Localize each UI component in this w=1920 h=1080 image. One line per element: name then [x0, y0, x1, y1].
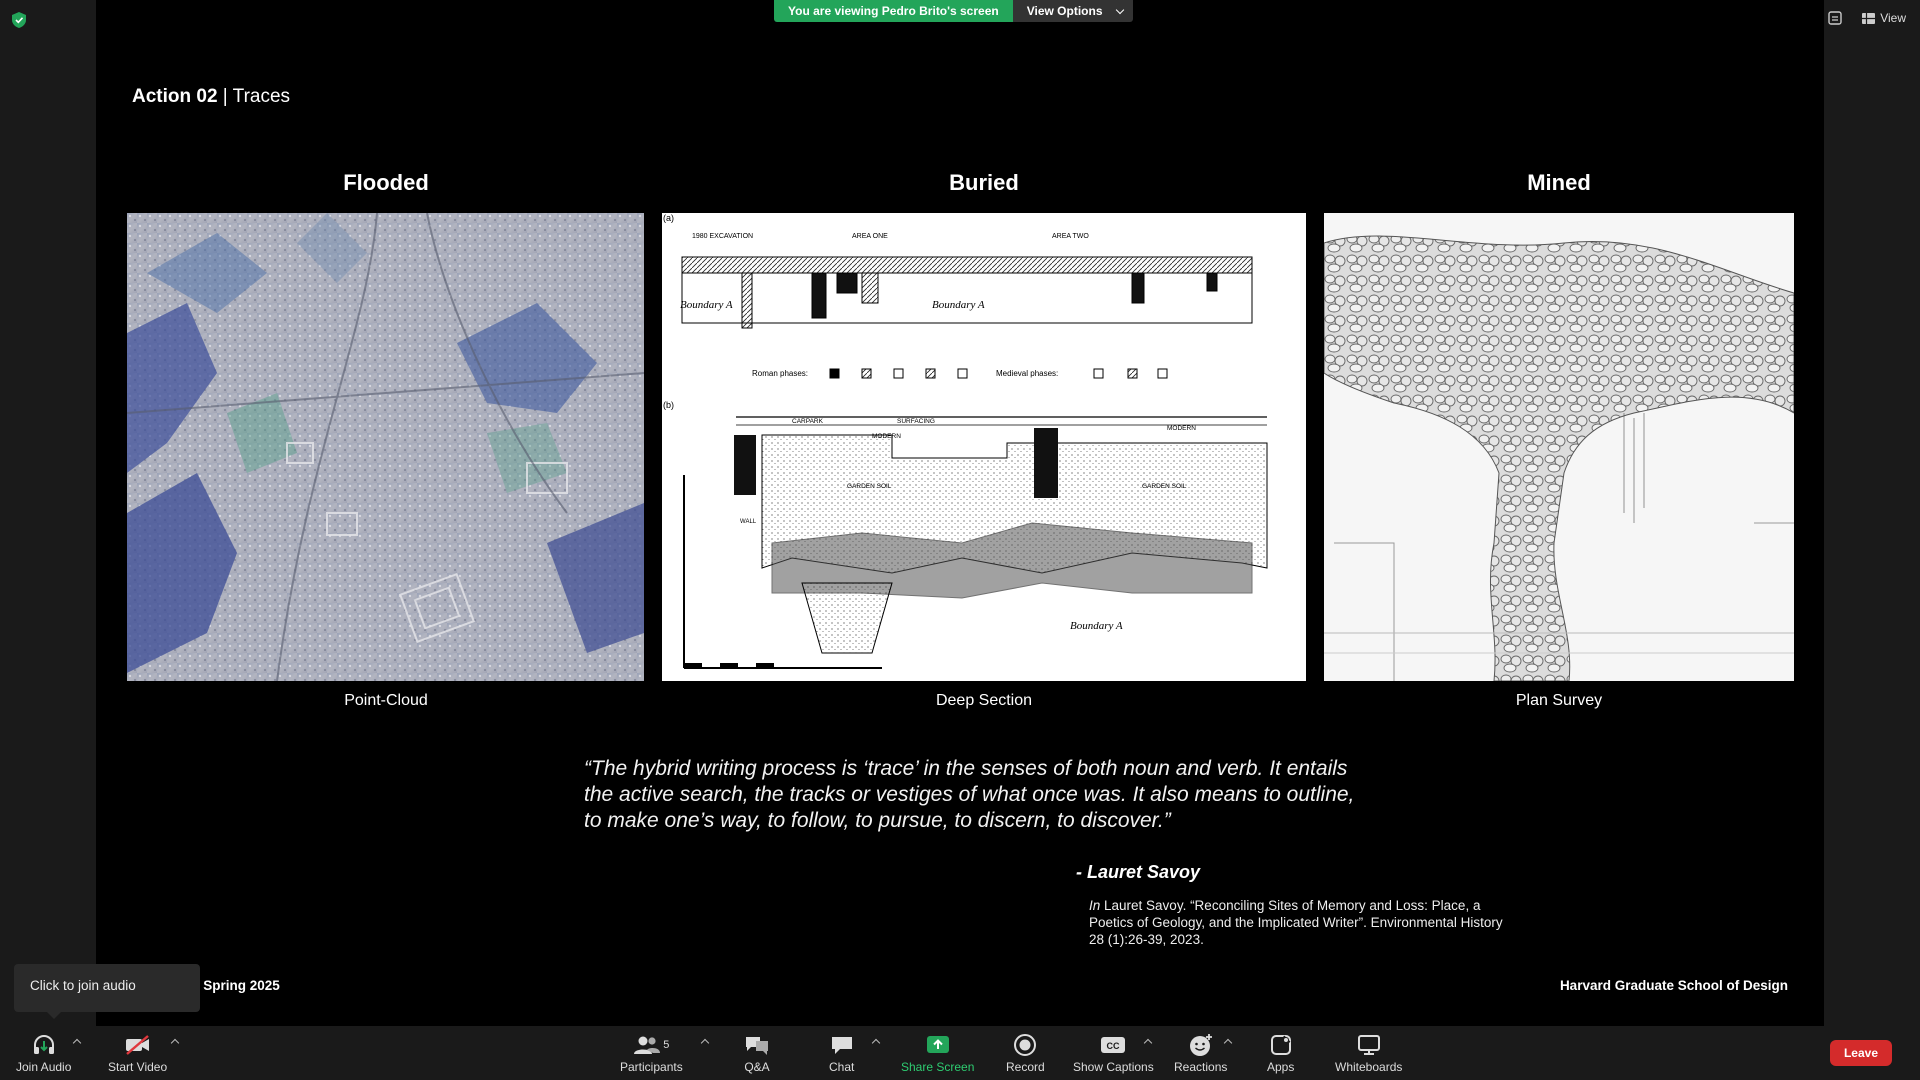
fullscreen-icon: [1828, 11, 1842, 25]
chevron-down-icon: [1115, 5, 1124, 14]
whiteboards-button[interactable]: Whiteboards: [1335, 1032, 1402, 1074]
modern-label-1: MODERN: [872, 433, 901, 440]
wall-label: WALL: [740, 519, 757, 525]
right-gutter: [1824, 0, 1920, 1026]
boundary-label-2: Boundary A: [932, 299, 985, 311]
caption-deep-section: Deep Section: [935, 692, 1033, 709]
participants-button[interactable]: 5 Participants: [620, 1032, 683, 1074]
quote-author: - Lauret Savoy: [1076, 862, 1201, 882]
quote-text: “The hybrid writing process is ‘trace’ i…: [584, 757, 1355, 832]
deep-section-drawing: (a) 1980 EXCAVATION AREA ONE AREA TWO Bo…: [662, 213, 1306, 681]
qa-label: Q&A: [744, 1060, 770, 1074]
caption-point-cloud: Point-Cloud: [344, 692, 428, 709]
grid-icon: [1862, 12, 1876, 24]
view-button[interactable]: View: [1862, 11, 1906, 25]
whiteboards-label: Whiteboards: [1335, 1060, 1403, 1074]
record-icon: [1014, 1034, 1037, 1056]
point-cloud-image: [127, 213, 644, 681]
citation-in: In: [1089, 898, 1101, 913]
exit-fullscreen-button[interactable]: [1824, 8, 1846, 28]
join-audio-label: Join Audio: [16, 1060, 72, 1074]
shared-slide: Action 02 | Traces Flooded Buried Mined: [96, 0, 1824, 1026]
screen-share-banner: You are viewing Pedro Brito's screen Vie…: [774, 0, 1133, 22]
participants-icon: [634, 1036, 661, 1054]
slide-title: Action 02 | Traces: [132, 86, 290, 108]
boundary-label-3: Boundary A: [1070, 620, 1123, 632]
share-screen-label: Share Screen: [901, 1060, 975, 1074]
start-video-label: Start Video: [108, 1060, 168, 1074]
slide-title-rest: | Traces: [217, 86, 291, 107]
share-screen-icon: [926, 1036, 949, 1053]
view-options-button[interactable]: View Options: [1012, 0, 1133, 22]
section-tag-b: (b): [663, 400, 674, 410]
citation: In Lauret Savoy. “Reconciling Sites of M…: [1089, 897, 1509, 948]
start-video-button[interactable]: Start Video: [108, 1032, 167, 1074]
participants-options-caret[interactable]: [700, 1038, 710, 1048]
show-captions-button[interactable]: CC Show Captions: [1073, 1032, 1154, 1074]
medieval-phases-label: Medieval phases:: [996, 369, 1058, 378]
surfacing-label: SURFACING: [897, 418, 935, 425]
footer-right: Harvard Graduate School of Design: [1559, 978, 1788, 993]
headphones-icon: [33, 1035, 54, 1054]
citation-text: Lauret Savoy. “Reconciling Sites of Memo…: [1089, 898, 1503, 947]
viewing-screen-message: You are viewing Pedro Brito's screen: [774, 0, 1013, 22]
record-button[interactable]: Record: [1006, 1032, 1045, 1074]
record-label: Record: [1006, 1060, 1045, 1074]
view-label: View: [1880, 11, 1906, 25]
leave-button[interactable]: Leave: [1829, 1040, 1892, 1066]
svg-text:CC: CC: [1107, 1041, 1120, 1051]
qa-icon: [746, 1037, 768, 1055]
reactions-label: Reactions: [1174, 1060, 1228, 1074]
chat-options-caret[interactable]: [871, 1038, 881, 1048]
boundary-label-1: Boundary A: [680, 299, 733, 311]
participants-label: Participants: [620, 1060, 683, 1074]
chat-icon: [831, 1037, 852, 1054]
plan-survey-drawing: [1324, 213, 1794, 681]
join-audio-tooltip: Click to join audio: [14, 964, 200, 1019]
carpark-label: CARPARK: [792, 418, 824, 425]
share-screen-button[interactable]: Share Screen: [901, 1032, 974, 1074]
excavation-label: 1980 EXCAVATION: [692, 233, 753, 240]
qa-button[interactable]: Q&A: [744, 1032, 770, 1074]
video-off-icon: [125, 1035, 149, 1055]
view-options-label: View Options: [1026, 4, 1103, 18]
section-tag-a: (a): [663, 213, 674, 223]
heading-buried: Buried: [949, 170, 1019, 195]
participants-count: 5: [663, 1039, 670, 1051]
chat-label: Chat: [829, 1060, 855, 1074]
slide-title-bold: Action 02: [132, 86, 218, 107]
top-right-controls: View: [1824, 8, 1920, 28]
reactions-button[interactable]: Reactions: [1174, 1032, 1227, 1074]
heading-mined: Mined: [1527, 170, 1591, 195]
meeting-toolbar: Join Audio Start Video 5 Participants Q&…: [0, 1026, 1920, 1080]
garden-soil-label-2: GARDEN SOIL: [1142, 483, 1187, 490]
heading-flooded: Flooded: [343, 170, 429, 195]
modern-label-2: MODERN: [1167, 425, 1196, 432]
roman-phases-label: Roman phases:: [752, 369, 808, 378]
chat-button[interactable]: Chat: [829, 1032, 854, 1074]
garden-soil-label-1: GARDEN SOIL: [847, 483, 892, 490]
left-gutter: [0, 0, 96, 1026]
join-audio-button[interactable]: Join Audio: [16, 1032, 71, 1074]
apps-label: Apps: [1267, 1060, 1295, 1074]
video-options-caret[interactable]: [170, 1038, 180, 1048]
shield-icon: [12, 12, 26, 28]
whiteboard-icon: [1357, 1035, 1380, 1055]
audio-options-caret[interactable]: [72, 1038, 82, 1048]
apps-button[interactable]: Apps: [1267, 1032, 1294, 1074]
area-two-label: AREA TWO: [1052, 233, 1089, 240]
apps-icon: [1270, 1035, 1291, 1055]
show-captions-label: Show Captions: [1073, 1060, 1154, 1074]
area-one-label: AREA ONE: [852, 233, 888, 240]
caption-plan-survey: Plan Survey: [1515, 692, 1603, 709]
captions-icon: CC: [1101, 1037, 1126, 1053]
reactions-icon: [1189, 1034, 1212, 1056]
